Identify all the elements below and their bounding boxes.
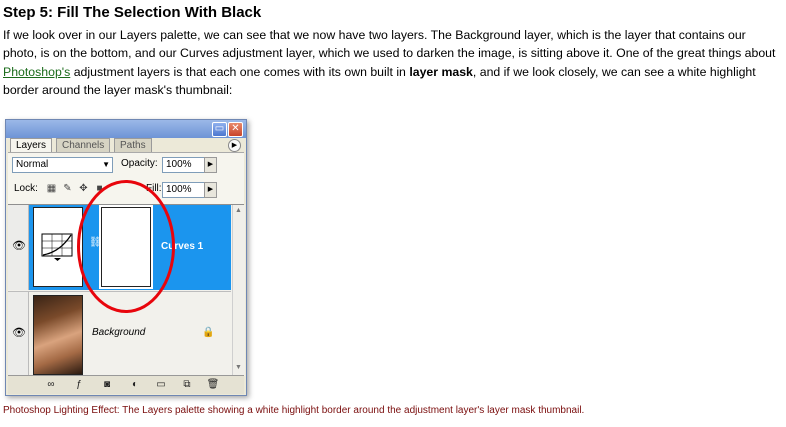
lock-image-brush-icon[interactable]: ✎ [62,183,73,194]
eye-icon: 👁 [12,327,26,339]
visibility-toggle[interactable]: 👁 [8,205,29,290]
palette-menu-icon[interactable]: ▶ [228,139,241,152]
opacity-label: Opacity: [121,158,158,169]
fill-field[interactable]: 100% [162,182,205,198]
highlight-circle [77,180,175,313]
step-heading: Step 5: Fill The Selection With Black [3,4,262,21]
trash-icon[interactable]: 🗑 [206,378,220,391]
visibility-toggle[interactable]: 👁 [8,292,29,377]
curves-graph-icon [41,233,73,261]
tab-paths[interactable]: Paths [114,138,152,152]
layer-style-icon[interactable]: ƒ [72,378,86,391]
blend-mode-value: Normal [16,159,49,170]
article-paragraph: If we look over in our Layers palette, w… [3,26,781,99]
para-text-1: If we look over in our Layers palette, w… [3,28,776,61]
lock-transparency-icon[interactable]: ▦ [46,183,57,194]
layer-name-background[interactable]: Background [92,327,145,339]
palette-bottom-bar: ∞ ƒ ◙ ◐ ▭ ⧉ 🗑 [8,375,244,394]
background-photo-thumbnail[interactable] [33,295,83,375]
chevron-down-icon: ▼ [102,160,110,169]
tab-channels[interactable]: Channels [56,138,111,152]
opacity-field[interactable]: 100% [162,157,205,173]
lock-label: Lock: [14,183,38,194]
tab-layers[interactable]: Layers [10,138,53,152]
scroll-down-icon[interactable]: ▼ [235,364,242,371]
minimize-icon[interactable]: ▭ [212,122,227,137]
palette-titlebar[interactable]: ▭ ✕ [6,120,246,138]
new-group-icon[interactable]: ▭ [154,378,168,391]
fill-arrow-icon[interactable]: ▶ [204,182,217,198]
adjustment-layer-icon[interactable]: ◐ [128,378,142,391]
eye-icon: 👁 [12,240,26,252]
close-icon[interactable]: ✕ [228,122,243,137]
link-layers-icon[interactable]: ∞ [44,378,58,391]
scroll-up-icon[interactable]: ▲ [235,207,242,214]
photoshop-link[interactable]: Photoshop's [3,65,70,79]
blend-mode-select[interactable]: Normal ▼ [12,157,113,173]
para-text-2: adjustment layers is that each one comes… [70,64,410,79]
para-bold-layer-mask: layer mask [409,64,473,79]
opacity-arrow-icon[interactable]: ▶ [204,157,217,173]
curves-adjustment-thumbnail[interactable] [33,207,83,287]
layers-scrollbar[interactable]: ▲ ▼ [232,205,245,376]
new-layer-icon[interactable]: ⧉ [180,378,194,391]
lock-position-move-icon[interactable]: ✥ [78,183,89,194]
image-caption: Photoshop Lighting Effect: The Layers pa… [3,405,585,416]
lock-icon: 🔒 [202,327,215,338]
add-mask-icon[interactable]: ◙ [100,378,114,391]
